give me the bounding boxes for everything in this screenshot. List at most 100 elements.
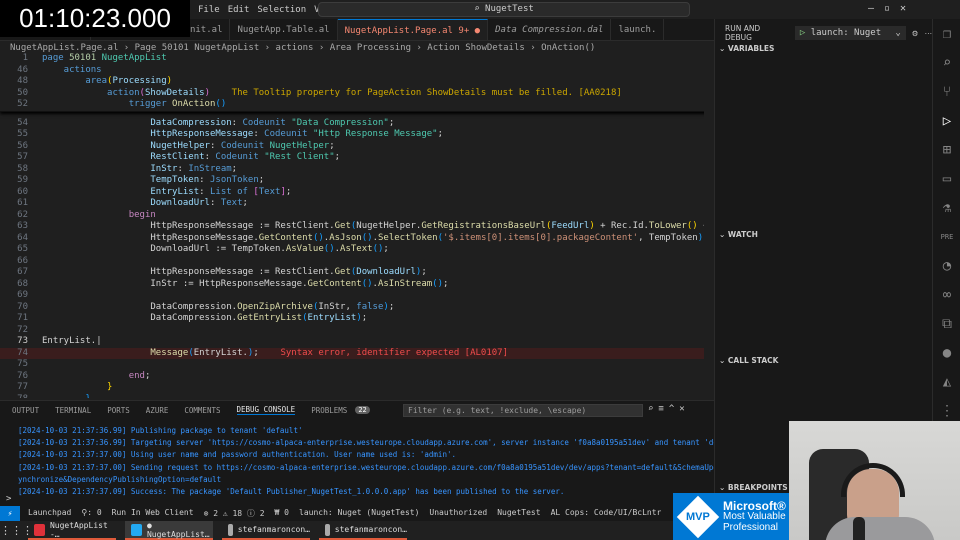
gear-icon[interactable]: ⚙ [912,29,919,38]
code-line[interactable]: 1 page 50101 NugetAppList [0,53,714,65]
play-icon[interactable]: ▷ [800,28,805,38]
code-token: false [356,301,384,312]
taskbar-label: stefanmaroncon… [334,525,407,534]
code-line[interactable]: 55 HttpResponseMessage: Codeunit "Http R… [0,129,714,141]
code-line[interactable]: 75 [0,359,714,371]
code-editor[interactable]: 1 page 50101 NugetAppList 46 actions 48 are… [0,53,714,398]
remote-explorer-icon[interactable]: ▭ [933,164,960,193]
code-line[interactable]: 71 DataCompression.GetEntryList(EntryLis… [0,313,714,325]
editor-tab[interactable]: NugetApp.Table.al [230,19,338,40]
status-item[interactable]: Run In Web Client [112,508,194,519]
breadcrumb-item[interactable]: Page 50101 NugetAppList [135,43,260,53]
code-line[interactable]: 67 HttpResponseMessage := RestClient.Get… [0,267,714,279]
section-call-stack[interactable]: ⌄ CALL STACK [719,356,778,365]
sticky-scroll[interactable]: 1 page 50101 NugetAppList 46 actions 48 are… [0,53,714,112]
testing-icon[interactable]: ⚗ [933,193,960,222]
search-icon[interactable]: ⌕ [933,48,960,77]
editor-scrollbar[interactable] [704,55,714,400]
breadcrumb-item[interactable]: actions [276,43,314,53]
code-line[interactable]: 60 EntryList: List of [Text]; [0,187,714,199]
panel-tab-terminal[interactable]: TERMINAL [55,406,91,415]
code-line[interactable]: 70 DataCompression.OpenZipArchive(InStr,… [0,302,714,314]
timeline-icon[interactable]: ◔ [933,251,960,280]
section-variables[interactable]: ⌄ VARIABLES [719,44,774,53]
code-body[interactable]: 54 DataCompression: Codeunit "Data Compr… [0,118,714,399]
code-token: EntryList. [193,347,248,358]
status-item[interactable]: AL Cops: Code/UI/BcLntr [551,508,662,519]
panel-tab-ports[interactable]: PORTS [107,406,130,415]
panel-tab-azure[interactable]: AZURE [146,406,169,415]
section-watch[interactable]: ⌄ WATCH [719,230,758,239]
explorer-icon[interactable]: ❐ [933,19,960,48]
editor-tab[interactable]: NugetAppList.Page.al 9+ ● [337,19,489,40]
menu-file[interactable]: File [198,5,220,15]
remote-indicator[interactable]: ⚡ [0,506,20,521]
editor-tab[interactable]: launch. [611,19,665,40]
code-line[interactable]: 74 Message(EntryList.); Syntax error, id… [0,347,714,359]
extensions-icon[interactable]: ⊞ [933,135,960,164]
extensions-alt-icon[interactable]: ⧉ [933,309,960,338]
code-line[interactable]: 69 [0,290,714,302]
panel-tab-problems[interactable]: PROBLEMS [311,406,347,415]
breadcrumb-item[interactable]: NugetAppList.Page.al [10,43,118,53]
section-breakpoints[interactable]: ⌄ BREAKPOINTS [719,483,788,492]
editor-tab[interactable]: Data Compression.dal [488,19,612,40]
breadcrumb-item[interactable]: Area Processing [330,43,411,53]
code-line[interactable]: 50 action(ShowDetails) The Tooltip prope… [0,87,714,99]
status-item[interactable]: Launchpad [28,508,71,519]
start-grid-icon[interactable]: ⋮⋮⋮ [0,524,33,537]
breadcrumb-item[interactable]: OnAction() [541,43,595,53]
code-line[interactable]: 72 [0,325,714,337]
source-control-icon[interactable]: ⑂ [933,77,960,106]
code-token: DataCompression. [42,313,238,323]
taskbar-item[interactable]: NugetAppList -… [28,521,116,540]
code-line[interactable]: 64 HttpResponseMessage.GetContent().AsJs… [0,233,714,245]
breadcrumb-item[interactable]: Action ShowDetails [427,43,525,53]
code-line[interactable]: 54 DataCompression: Codeunit "Data Compr… [0,118,714,130]
code-line[interactable]: 46 actions [0,64,714,76]
code-line[interactable]: 61 DownloadUrl: Text; [0,198,714,210]
taskbar-item[interactable]: ● NugetAppList… [125,521,213,540]
code-line[interactable]: 78 } [0,394,714,399]
more-icon[interactable]: ⋯ [925,29,933,38]
status-item[interactable]: Unauthorized [429,508,487,519]
status-item[interactable]: launch: Nuget (NugetTest) [299,508,419,519]
code-line[interactable]: 66 [0,256,714,268]
code-line[interactable]: 62 begin [0,210,714,222]
status-item[interactable]: ⊗ 2 ⚠ 18 ⓘ 2 [204,508,265,519]
code-line[interactable]: 77 } [0,382,714,394]
console-filter-input[interactable]: Filter (e.g. text, !exclude, \escape) [403,404,643,417]
taskbar-item[interactable]: stefanmaroncon… [319,521,407,540]
window-controls[interactable]: –▫✕ [868,3,916,14]
menu-selection[interactable]: Selection [257,5,306,15]
azure-icon[interactable]: ◭ [933,367,960,396]
code-line[interactable]: 48 area(Processing) [0,76,714,88]
status-item[interactable]: ⚲: 0 [81,508,101,519]
code-line[interactable]: 76 end; [0,371,714,383]
github-icon[interactable]: ● [933,338,960,367]
panel-tab-debug-console[interactable]: DEBUG CONSOLE [236,405,296,415]
code-line[interactable]: 57 RestClient: Codeunit "Rest Client"; [0,152,714,164]
panel-actions[interactable]: ⌕≡^✕ [648,404,690,414]
taskbar-item[interactable]: stefanmaroncon… [222,521,310,540]
panel-tab-comments[interactable]: COMMENTS [184,406,220,415]
launch-config-select[interactable]: ▷ launch: Nuget ⌄ [794,26,906,40]
pre-icon[interactable]: PRE [933,222,960,251]
code-token: DataCompression [42,117,232,128]
panel-tab-output[interactable]: OUTPUT [12,406,39,415]
status-item[interactable]: NugetTest [497,508,540,519]
code-line[interactable]: 52 trigger OnAction() [0,99,714,111]
code-line[interactable]: 56 NugetHelper: Codeunit NugetHelper; [0,141,714,153]
menu-edit[interactable]: Edit [228,5,250,15]
code-line[interactable]: 58 InStr: InStream; [0,164,714,176]
code-line[interactable]: 73 EntryList.| [0,336,714,348]
status-item[interactable]: ₩ 0 [275,508,289,519]
code-line[interactable]: 63 HttpResponseMessage := RestClient.Get… [0,221,714,233]
command-center-search[interactable]: ⌕ NugetTest [318,2,690,17]
infinity-icon[interactable]: ∞ [933,280,960,309]
code-line[interactable]: 59 TempToken: JsonToken; [0,175,714,187]
code-line[interactable]: 68 InStr := HttpResponseMessage.GetConte… [0,279,714,291]
console-prompt[interactable]: > [6,494,11,504]
code-line[interactable]: 65 DownloadUrl := TempToken.AsValue().As… [0,244,714,256]
run-debug-icon[interactable]: ▷ [933,106,960,135]
